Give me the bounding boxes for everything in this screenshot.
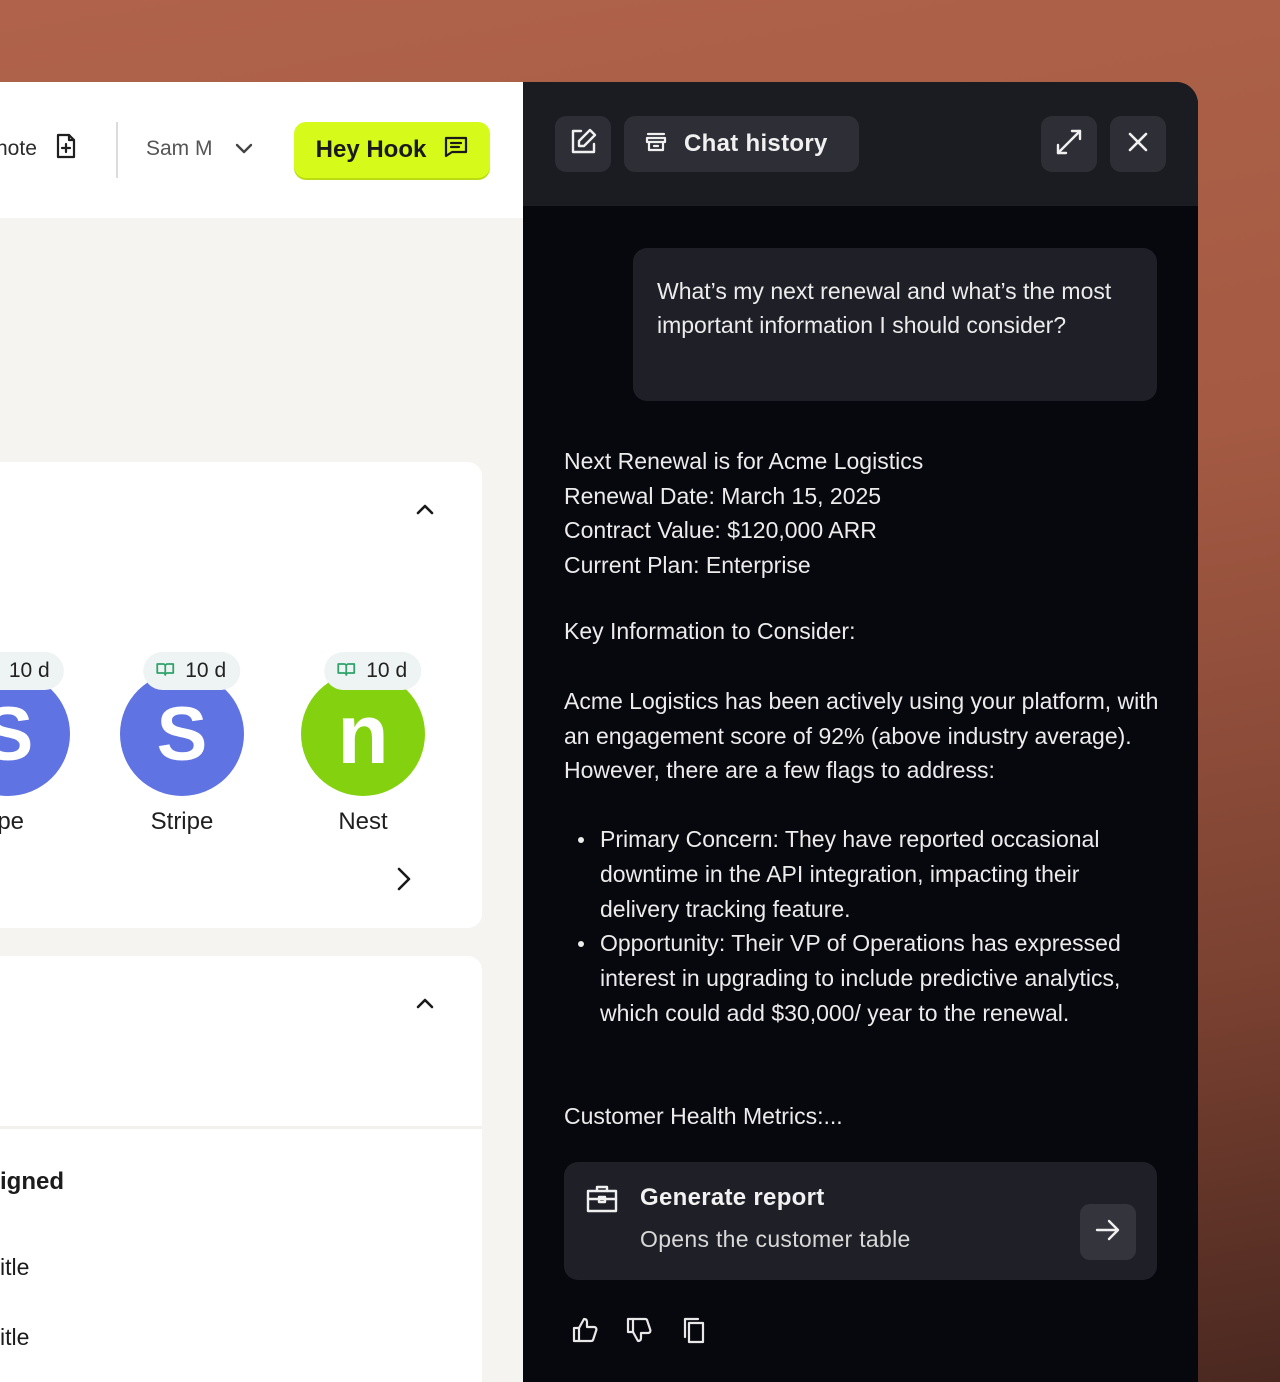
hey-hook-button[interactable]: Hey Hook (294, 122, 490, 178)
bullet-item: Opportunity: Their VP of Operations has … (564, 926, 1164, 1030)
customer-logo-item[interactable]: 10 d n Nest (293, 652, 433, 836)
logo-label: Stripe (150, 808, 214, 835)
logo-label: Nest (338, 808, 388, 835)
chat-icon (444, 136, 468, 165)
user-message-bubble: What’s my next renewal and what’s the mo… (633, 248, 1157, 401)
report-title: Generate report (640, 1184, 825, 1211)
book-icon (155, 659, 175, 683)
tasks-card: igned itle itle (0, 956, 482, 1382)
days-badge: 10 d (324, 652, 422, 690)
key-info-heading: Key Information to Consider: (564, 618, 856, 644)
hey-hook-label: Hey Hook (315, 136, 427, 163)
top-bar: note Sam M Hey Hook (0, 82, 523, 218)
card-divider (0, 1126, 482, 1129)
report-go-button[interactable] (1080, 1204, 1136, 1260)
user-select[interactable]: Sam M (146, 132, 253, 166)
stripe-logo: S (120, 672, 244, 796)
health-metrics-text: Customer Health Metrics:... (564, 1103, 843, 1129)
note-label: note (0, 137, 37, 160)
task-row-title[interactable]: itle (0, 1324, 29, 1351)
days-badge: 10 d (143, 652, 241, 690)
answer-line: Renewal Date: March 15, 2025 (564, 482, 882, 509)
book-icon (336, 659, 356, 683)
user-name: Sam M (146, 137, 213, 160)
assistant-summary: Next Renewal is for Acme Logistics Renew… (564, 444, 1164, 582)
answer-line: Contract Value: $120,000 ARR (564, 517, 877, 543)
answer-bullets: Primary Concern: They have reported occa… (564, 822, 1164, 1031)
stripe-logo: S (0, 672, 70, 796)
chevron-down-icon (235, 137, 253, 161)
generate-report-card[interactable]: Generate report Opens the customer table (564, 1162, 1157, 1280)
task-row-title[interactable]: itle (0, 1254, 29, 1281)
close-button[interactable] (1110, 116, 1166, 172)
chevron-up-icon[interactable] (415, 996, 435, 1015)
customer-logo-item[interactable]: 10 d S ipe (0, 652, 78, 836)
nest-logo: n (301, 672, 425, 796)
badge-text: 10 d (185, 659, 227, 682)
chevron-up-icon[interactable] (415, 502, 435, 521)
customers-card: 10 d S ipe 10 d S Stripe (0, 462, 482, 928)
badge-text: 10 d (366, 659, 408, 682)
topbar-divider (116, 122, 118, 178)
note-button[interactable]: note (0, 132, 77, 166)
thumbs-down-icon[interactable] (625, 1316, 653, 1349)
days-badge: 10 d (0, 652, 64, 690)
chat-history-label: Chat history (684, 130, 828, 157)
copy-icon[interactable] (681, 1316, 707, 1349)
new-chat-button[interactable] (555, 116, 611, 172)
edit-icon (568, 127, 598, 162)
briefcase-icon (586, 1184, 618, 1219)
badge-text: 10 d (8, 659, 50, 682)
note-add-icon (55, 133, 77, 165)
chat-history-button[interactable]: Chat history (624, 116, 859, 172)
thumbs-up-icon[interactable] (571, 1316, 599, 1349)
customer-logo-item[interactable]: 10 d S Stripe (112, 652, 252, 836)
expand-icon (1055, 128, 1083, 161)
chevron-right-icon[interactable] (396, 866, 412, 897)
answer-line: Current Plan: Enterprise (564, 551, 811, 578)
answer-paragraph: Acme Logistics has been actively using y… (564, 688, 1159, 783)
chat-header: Chat history (523, 82, 1198, 206)
report-subtitle: Opens the customer table (640, 1226, 911, 1252)
left-app-panel: note Sam M Hey Hook 10 d S pe 10 d S Str… (0, 82, 523, 1382)
arrow-right-icon (1095, 1219, 1121, 1246)
answer-line: Next Renewal is for Acme Logistics (564, 448, 924, 474)
assigned-heading: igned (0, 1168, 64, 1195)
chat-panel: Chat history What’s my next renewal and … (523, 82, 1198, 1382)
bullet-item: Primary Concern: They have reported occa… (564, 822, 1164, 926)
expand-button[interactable] (1041, 116, 1097, 172)
logo-label: ipe (0, 808, 25, 835)
close-icon (1127, 131, 1149, 158)
history-icon (644, 130, 668, 159)
